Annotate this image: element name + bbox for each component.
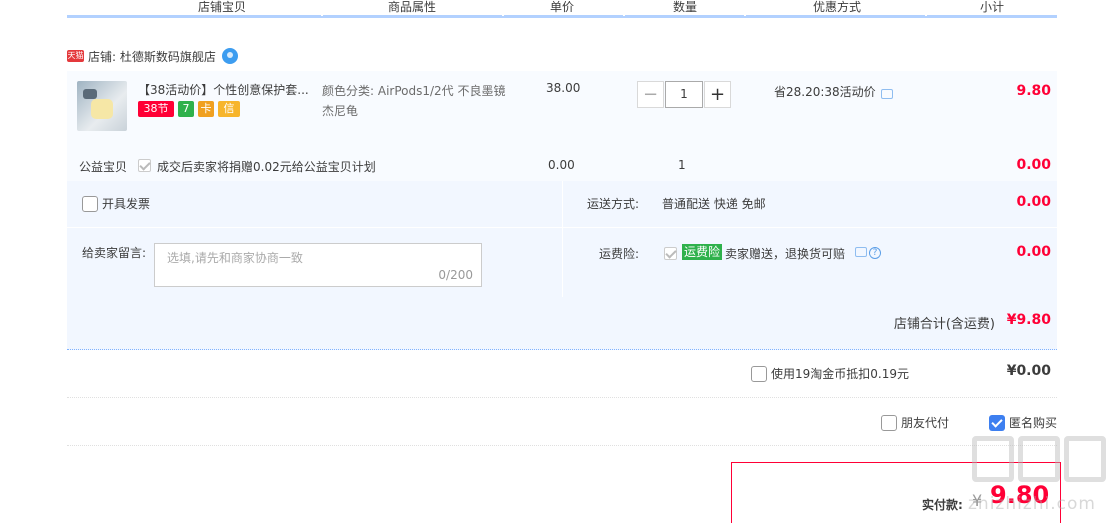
- charity-label: 公益宝贝: [79, 160, 128, 174]
- watermark-glyph: [1064, 436, 1106, 482]
- coin-checkbox[interactable]: [751, 365, 767, 382]
- product-thumbnail[interactable]: [77, 81, 127, 131]
- col-separator: [623, 0, 625, 16]
- invoice-option[interactable]: 开具发票: [82, 195, 150, 212]
- insurance-checkbox: [664, 247, 677, 260]
- payment-label: 实付款:: [922, 498, 963, 512]
- pay-options-row: 朋友代付 匿名购买: [67, 410, 1057, 446]
- quantity-stepper: − 1 +: [637, 81, 731, 108]
- shipping-label: 运送方式:: [587, 197, 640, 211]
- unit-price: 38.00: [546, 81, 581, 95]
- invoice-label: 开具发票: [102, 197, 151, 211]
- col-discount: 优惠方式: [812, 0, 861, 14]
- shop-total-amount: ¥9.80: [1006, 312, 1051, 328]
- payment-currency: ¥: [972, 491, 983, 510]
- qty-plus-button[interactable]: +: [704, 81, 731, 108]
- item-row: 【38活动价】个性创意保护套... 38节 7 卡 信 颜色分类: AirPod…: [67, 71, 1057, 151]
- col-separator: [321, 0, 323, 16]
- question-icon[interactable]: ?: [869, 247, 881, 259]
- col-separator: [744, 0, 746, 16]
- shop-total-label: 店铺合计(含运费): [893, 317, 995, 332]
- charity-row: 公益宝贝 成交后卖家将捐赠0.02元给公益宝贝计划 0.00 1 0.00: [67, 151, 1057, 181]
- promotion-text: 省28.20:38活动价: [774, 85, 876, 99]
- qty-input[interactable]: 1: [665, 81, 703, 108]
- charity-subtotal: 0.00: [1016, 157, 1051, 173]
- message-label: 给卖家留言:: [82, 246, 147, 260]
- badge-38-festival: 38节: [138, 101, 174, 117]
- product-attribute: 颜色分类: AirPods1/2代 不良墨镜杰尼龟: [322, 84, 506, 118]
- insurance-tag: 运费险: [682, 244, 723, 260]
- col-qty: 数量: [672, 0, 697, 14]
- friend-pay-checkbox[interactable]: [881, 414, 897, 431]
- product-title[interactable]: 【38活动价】个性创意保护套...: [138, 81, 318, 98]
- friend-pay-label: 朋友代付: [901, 416, 950, 430]
- invoice-checkbox[interactable]: [82, 195, 98, 212]
- badge-card-icon: 卡: [198, 101, 214, 117]
- insurance-fee: 0.00: [1016, 244, 1051, 260]
- order-options: 开具发票 给卖家留言: 选填,请先和商家协商一致 0/200 运送方式: 普通配…: [67, 181, 1057, 297]
- badge-credit-card-icon: 信: [218, 101, 240, 117]
- payment-summary: 实付款: ¥ 9.80: [731, 462, 1061, 523]
- shop-name[interactable]: 店铺: 杜德斯数码旗舰店: [88, 48, 216, 65]
- qty-minus-button[interactable]: −: [637, 81, 664, 108]
- col-subtotal: 小计: [979, 0, 1004, 14]
- anonymous-label: 匿名购买: [1009, 416, 1058, 430]
- shop-total-row: 店铺合计(含运费) ¥9.80: [67, 297, 1057, 349]
- col-shop-item: 店铺宝贝: [197, 0, 246, 14]
- insurance-help[interactable]: ?: [855, 247, 881, 259]
- shop-line: 天猫 店铺: 杜德斯数码旗舰店: [67, 46, 238, 66]
- coin-option[interactable]: 使用19淘金币抵扣0.19元: [751, 365, 909, 382]
- product-badges: 38节 7 卡 信: [138, 101, 240, 117]
- item-subtotal: 9.80: [1016, 83, 1051, 99]
- anonymous-option[interactable]: 匿名购买: [989, 414, 1057, 431]
- tmall-icon: 天猫: [67, 50, 84, 62]
- col-price: 单价: [549, 0, 574, 14]
- divider: [562, 181, 563, 297]
- col-separator: [502, 0, 504, 16]
- comment-icon[interactable]: [855, 247, 867, 257]
- coin-label: 使用19淘金币抵扣0.19元: [771, 367, 909, 381]
- payment-amount: 9.80: [990, 481, 1050, 509]
- insurance-text: 卖家赠送，退换货可赔: [725, 247, 846, 261]
- promotion: 省28.20:38活动价: [774, 83, 893, 100]
- friend-pay-option[interactable]: 朋友代付: [881, 414, 949, 431]
- insurance-label: 运费险:: [599, 247, 640, 261]
- comment-icon[interactable]: [880, 88, 893, 99]
- charity-text: 成交后卖家将捐赠0.02元给公益宝贝计划: [157, 160, 376, 174]
- wangwang-chat-icon[interactable]: [221, 48, 238, 64]
- charity-price: 0.00: [548, 158, 575, 172]
- coin-amount: ¥0.00: [1006, 363, 1051, 379]
- col-attr: 商品属性: [387, 0, 436, 14]
- shipping-method[interactable]: 普通配送 快递 免邮: [662, 195, 766, 212]
- charity-checkbox: [138, 159, 151, 172]
- charity-qty: 1: [678, 158, 686, 172]
- message-textarea[interactable]: 选填,请先和商家协商一致 0/200: [154, 243, 482, 287]
- coin-row: 使用19淘金币抵扣0.19元 ¥0.00: [67, 362, 1057, 398]
- message-placeholder: 选填,请先和商家协商一致: [167, 251, 303, 265]
- column-header: 店铺宝贝 商品属性 单价 数量 优惠方式 小计: [67, 0, 1057, 18]
- order-confirm: 店铺宝贝 商品属性 单价 数量 优惠方式 小计 天猫 店铺: 杜德斯数码旗舰店 …: [67, 0, 1057, 446]
- shipping-fee: 0.00: [1016, 194, 1051, 210]
- order-block: 【38活动价】个性创意保护套... 38节 7 卡 信 颜色分类: AirPod…: [67, 71, 1057, 350]
- divider: [67, 227, 1057, 228]
- anonymous-checkbox[interactable]: [989, 414, 1005, 431]
- badge-7-day-return-icon: 7: [178, 101, 194, 117]
- message-char-count: 0/200: [438, 268, 473, 282]
